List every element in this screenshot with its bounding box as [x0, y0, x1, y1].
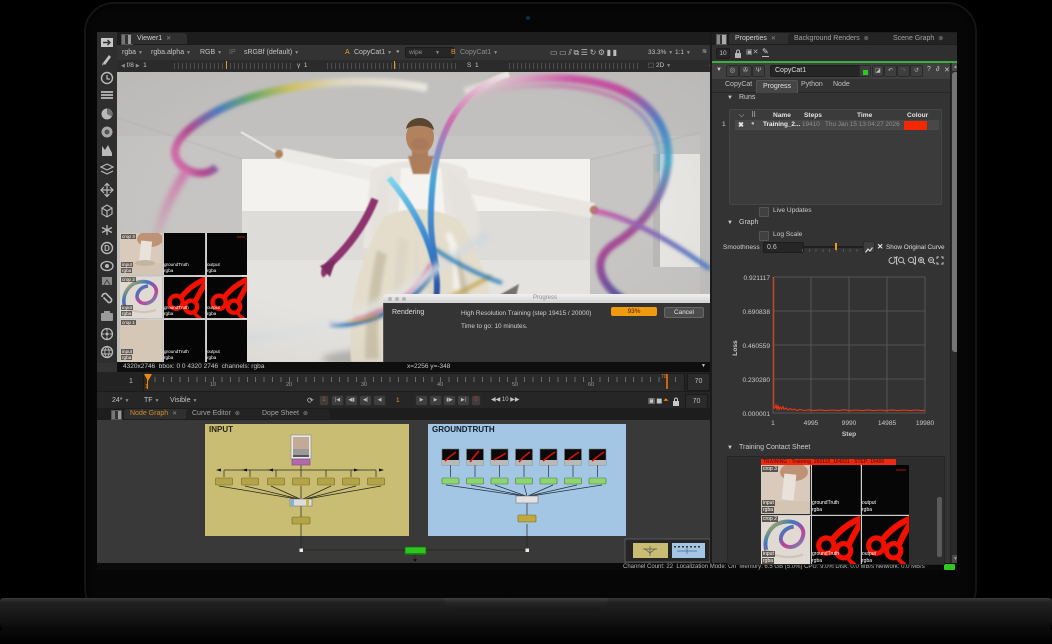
svg-text:0.460559: 0.460559	[742, 343, 770, 350]
svg-text:Loss: Loss	[732, 340, 739, 356]
svg-text:GROUNDTRUTH: GROUNDTRUTH	[432, 425, 495, 434]
svg-text:19980: 19980	[916, 420, 935, 427]
svg-text:Step: Step	[842, 431, 856, 438]
svg-text:0.000001: 0.000001	[742, 411, 770, 418]
svg-text:INPUT: INPUT	[209, 425, 233, 434]
svg-text:0.690838: 0.690838	[742, 309, 770, 316]
svg-text:14985: 14985	[878, 420, 897, 427]
svg-text:4995: 4995	[804, 420, 819, 427]
svg-text:1: 1	[771, 420, 775, 427]
svg-text:0.921117: 0.921117	[743, 275, 770, 282]
svg-text:D: D	[104, 244, 110, 253]
svg-text:0.230280: 0.230280	[742, 377, 770, 384]
svg-text:9990: 9990	[842, 420, 857, 427]
